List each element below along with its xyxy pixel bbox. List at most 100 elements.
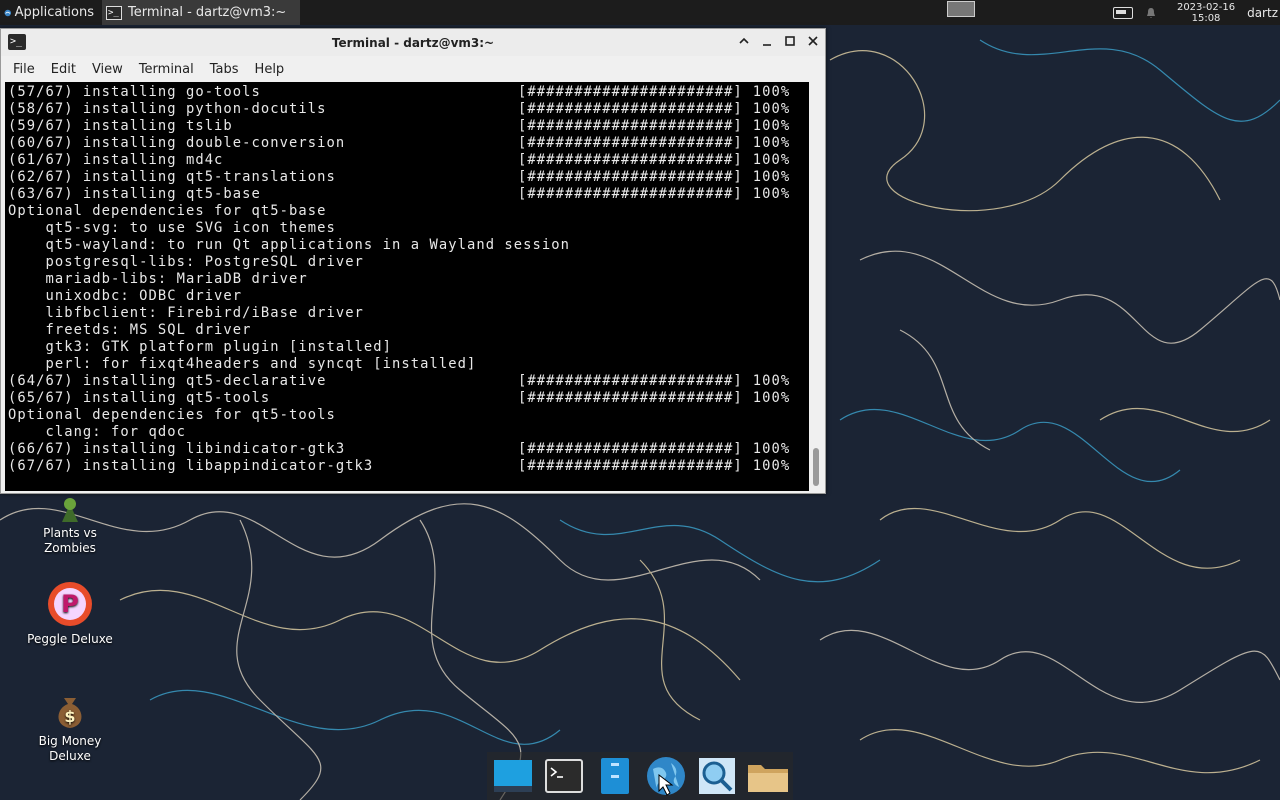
progress-bar: [######################]	[518, 186, 743, 202]
terminal-line: libfbclient: Firebird/iBase driver	[8, 305, 809, 322]
desktop-icon-big-money-deluxe[interactable]: $ Big Money Deluxe	[20, 690, 120, 764]
progress-bar: [######################]	[518, 458, 743, 474]
terminal-text: (57/67) installing go-tools [############…	[5, 82, 809, 475]
menu-help[interactable]: Help	[247, 62, 293, 77]
progress-bar: [######################]	[518, 135, 743, 151]
clock[interactable]: 2023-02-16 15:08	[1177, 2, 1235, 24]
svg-text:$: $	[64, 707, 75, 726]
svg-text:P: P	[61, 590, 79, 618]
terminal-line: (67/67) installing libappindicator-gtk3 […	[8, 458, 809, 475]
taskbar-item-terminal[interactable]: >_ Terminal - dartz@vm3:~	[102, 0, 300, 25]
terminal-line-text: clang: for qdoc	[8, 424, 186, 440]
system-tray: 2023-02-16 15:08 dartz	[1112, 0, 1280, 25]
maximize-button[interactable]	[783, 35, 797, 49]
app-finder-icon	[698, 758, 735, 794]
workspace-switcher[interactable]	[947, 1, 975, 17]
progress-bar: [######################]	[518, 373, 743, 389]
terminal-line-text: (57/67) installing go-tools	[8, 84, 261, 100]
plants-vs-zombies-icon	[62, 498, 78, 522]
terminal-scrollbar[interactable]	[809, 82, 823, 491]
chevron-up-icon	[739, 37, 749, 44]
progress-bar: [######################]	[518, 84, 743, 100]
progress-percent: 100%	[752, 458, 791, 474]
terminal-line-text: postgresql-libs: PostgreSQL driver	[8, 254, 364, 270]
terminal-line: Optional dependencies for qt5-base	[8, 203, 809, 220]
dock	[487, 752, 793, 800]
desktop-icon-label: Zombies	[44, 541, 96, 555]
terminal-output[interactable]: (57/67) installing go-tools [############…	[5, 82, 809, 491]
terminal-line: (66/67) installing libindicator-gtk3 [###…	[8, 441, 809, 458]
progress-percent: 100%	[752, 441, 791, 457]
menu-file[interactable]: File	[5, 62, 43, 77]
terminal-line-text: (59/67) installing tslib	[8, 118, 233, 134]
terminal-line-text: (61/67) installing md4c	[8, 152, 224, 168]
minimize-button[interactable]	[760, 35, 774, 49]
clock-time: 15:08	[1191, 12, 1221, 24]
terminal-line-text: qt5-svg: to use SVG icon themes	[8, 220, 336, 236]
terminal-line: gtk3: GTK platform plugin [installed]	[8, 339, 809, 356]
user-menu[interactable]: dartz	[1247, 6, 1278, 20]
close-icon	[808, 36, 818, 46]
peggle-deluxe-icon: P	[48, 582, 92, 626]
clock-date: 2023-02-16	[1176, 1, 1236, 13]
menu-edit[interactable]: Edit	[43, 62, 84, 77]
menu-bar: File Edit View Terminal Tabs Help	[1, 56, 825, 82]
progress-percent: 100%	[752, 186, 791, 202]
desktop-icon-label: Deluxe	[49, 749, 91, 763]
menu-view[interactable]: View	[84, 62, 131, 77]
title-bar[interactable]: >_ Terminal - dartz@vm3:~	[1, 29, 825, 56]
terminal-line-text: libfbclient: Firebird/iBase driver	[8, 305, 364, 321]
desktop-icon-label: Peggle Deluxe	[27, 632, 113, 646]
terminal-line: (61/67) installing md4c [################…	[8, 152, 809, 169]
battery-icon[interactable]	[1112, 6, 1133, 19]
show-desktop-icon	[493, 760, 532, 792]
shade-button[interactable]	[737, 35, 751, 49]
minimize-icon	[763, 44, 771, 46]
web-browser-icon	[646, 757, 685, 796]
dock-app-finder[interactable]	[695, 754, 739, 798]
terminal-line: postgresql-libs: PostgreSQL driver	[8, 254, 809, 271]
taskbar-item-label: Terminal - dartz@vm3:~	[128, 5, 287, 20]
terminal-icon: >_	[106, 5, 122, 20]
dock-show-desktop[interactable]	[491, 754, 535, 798]
terminal-icon	[544, 759, 583, 793]
window-title: Terminal - dartz@vm3:~	[331, 35, 495, 50]
scrollbar-thumb[interactable]	[813, 448, 819, 486]
progress-percent: 100%	[752, 152, 791, 168]
applications-label: Applications	[14, 5, 94, 20]
terminal-line: (64/67) installing qt5-declarative [#####…	[8, 373, 809, 390]
terminal-line-text: (66/67) installing libindicator-gtk3	[8, 441, 346, 457]
terminal-line-text: (63/67) installing qt5-base	[8, 186, 261, 202]
progress-bar: [######################]	[518, 169, 743, 185]
terminal-line: Optional dependencies for qt5-tools	[8, 407, 809, 424]
progress-bar: [######################]	[518, 101, 743, 117]
dock-terminal[interactable]	[542, 754, 586, 798]
close-button[interactable]	[806, 35, 820, 49]
desktop-icon-label: Big Money	[38, 734, 102, 748]
big-money-deluxe-icon: $	[58, 698, 82, 728]
terminal-line-text: qt5-wayland: to run Qt applications in a…	[8, 237, 570, 253]
menu-terminal[interactable]: Terminal	[131, 62, 202, 77]
terminal-line: (63/67) installing qt5-base [############…	[8, 186, 809, 203]
dock-file-manager[interactable]	[593, 754, 637, 798]
dock-folder[interactable]	[746, 754, 790, 798]
maximize-icon	[785, 36, 795, 46]
terminal-line: (58/67) installing python-docutils [#####…	[8, 101, 809, 118]
terminal-line-text: Optional dependencies for qt5-base	[8, 203, 327, 219]
notification-bell-icon[interactable]	[1145, 7, 1157, 19]
terminal-line-text: (60/67) installing double-conversion	[8, 135, 346, 151]
progress-percent: 100%	[752, 118, 791, 134]
dock-web-browser[interactable]	[644, 754, 688, 798]
terminal-line-text: (67/67) installing libappindicator-gtk3	[8, 458, 374, 474]
terminal-line: qt5-wayland: to run Qt applications in a…	[8, 237, 809, 254]
top-panel: Applications >_ Terminal - dartz@vm3:~ 2…	[0, 0, 1280, 25]
menu-tabs[interactable]: Tabs	[202, 62, 247, 77]
applications-menu[interactable]: Applications	[0, 0, 98, 25]
terminal-line: freetds: MS SQL driver	[8, 322, 809, 339]
progress-bar: [######################]	[518, 118, 743, 134]
desktop-icon-plants-vs-zombies[interactable]: Plants vs Zombies	[20, 496, 120, 556]
terminal-line: (60/67) installing double-conversion [###…	[8, 135, 809, 152]
terminal-line: unixodbc: ODBC driver	[8, 288, 809, 305]
terminal-line-text: gtk3: GTK platform plugin [installed]	[8, 339, 393, 355]
desktop-icon-peggle-deluxe[interactable]: P Peggle Deluxe	[20, 580, 120, 647]
